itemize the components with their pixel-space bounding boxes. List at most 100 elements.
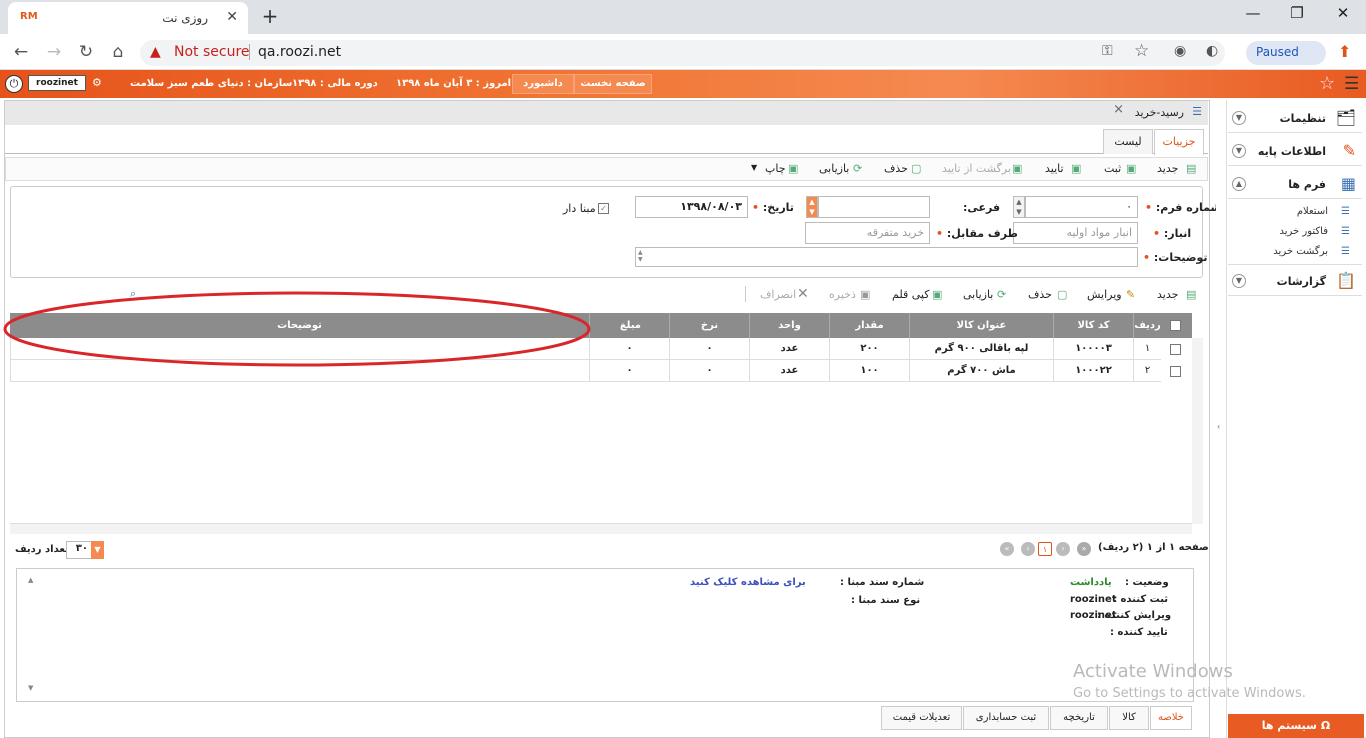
scroll-down-icon[interactable]: ▼: [28, 684, 33, 692]
first-page-icon[interactable]: »: [1077, 542, 1091, 556]
grid-edit-button[interactable]: ویرایش: [1087, 288, 1122, 301]
grid-new-button[interactable]: جدید: [1157, 288, 1178, 301]
browser-tab[interactable]: RM روزی نت ✕: [8, 2, 248, 34]
col-rate[interactable]: نرخ: [669, 313, 749, 338]
home-icon[interactable]: ⌂: [107, 42, 129, 64]
tab-history[interactable]: تاریخچه: [1050, 706, 1108, 730]
form-no-spinner[interactable]: ▲ ▼: [1013, 196, 1025, 218]
print-dropdown-icon[interactable]: ▼: [751, 163, 757, 172]
col-item-title[interactable]: عنوان کالا: [909, 313, 1053, 338]
view-base-doc-link[interactable]: برای مشاهده کلیک کنید: [690, 577, 806, 588]
hamburger-menu-icon[interactable]: ☰: [1344, 74, 1359, 94]
update-icon[interactable]: ⬆: [1338, 42, 1351, 61]
next-page-icon[interactable]: ‹: [1021, 542, 1035, 556]
unconfirm-button[interactable]: برگشت از تایید: [942, 162, 1011, 175]
sidebar-sub-inquiry[interactable]: ☰ استعلام: [1228, 206, 1358, 217]
register-button[interactable]: ثبت: [1104, 162, 1121, 175]
security-label[interactable]: Not secure: [174, 44, 250, 60]
sidebar-item-settings[interactable]: 🗂 تنظیمات ▼: [1228, 103, 1362, 133]
last-page-icon[interactable]: «: [1000, 542, 1014, 556]
forward-icon[interactable]: →: [43, 42, 65, 64]
description-label: توضیحات: •: [1143, 251, 1208, 264]
table-icon: ▦: [1340, 174, 1356, 193]
form-no-input[interactable]: ۰: [1025, 196, 1138, 218]
chevron-down-icon[interactable]: ▼: [1232, 144, 1246, 158]
new-tab-button[interactable]: +: [257, 5, 283, 29]
based-checkbox[interactable]: ✓: [598, 203, 609, 214]
rows-dropdown-icon[interactable]: ▼: [91, 541, 104, 559]
toolbar-divider: [745, 286, 746, 302]
description-input[interactable]: [635, 247, 1138, 267]
tab-price-adjustments[interactable]: تعدیلات قیمت: [881, 706, 962, 730]
chevron-down-icon[interactable]: ▼: [1232, 111, 1246, 125]
back-icon[interactable]: ←: [10, 42, 32, 64]
new-button[interactable]: جدید: [1157, 162, 1178, 175]
party-input[interactable]: خرید متفرقه: [805, 222, 930, 244]
grid-cancel-button[interactable]: انصراف: [760, 288, 796, 301]
grid-save-button[interactable]: ذخیره: [829, 288, 856, 301]
power-icon[interactable]: ⏻: [5, 75, 23, 93]
url-text[interactable]: qa.roozi.net: [258, 44, 341, 60]
col-item-code[interactable]: کد کالا: [1053, 313, 1133, 338]
reload-icon[interactable]: ↻: [75, 42, 97, 64]
username-box[interactable]: roozinet: [28, 75, 86, 91]
confirm-button[interactable]: تایید: [1045, 162, 1064, 175]
chevron-up-icon[interactable]: ▲: [1232, 177, 1246, 191]
warehouse-input[interactable]: انبار مواد اولیه: [1013, 222, 1138, 244]
delete-button[interactable]: حذف: [884, 162, 908, 175]
tab-list[interactable]: لیست: [1103, 129, 1153, 154]
tab-item[interactable]: کالا: [1109, 706, 1149, 730]
table-cell: عدد: [749, 338, 829, 360]
sidebar-sub-purchase-return[interactable]: ☰ برگشت خرید: [1228, 246, 1358, 257]
edit-icon: ✎: [1126, 288, 1136, 301]
tab-accounting[interactable]: ثبت حسابداری: [963, 706, 1049, 730]
systems-button[interactable]: Ω سیستم ها: [1228, 714, 1364, 738]
settings-gear-icon[interactable]: ⚙: [92, 76, 102, 89]
chevron-down-icon[interactable]: ▼: [1232, 274, 1246, 288]
row-checkbox[interactable]: [1170, 366, 1181, 377]
key-icon[interactable]: ⚿: [1102, 43, 1113, 59]
sidebar-sub-purchase-invoice[interactable]: ☰ فاکتور خرید: [1228, 226, 1358, 237]
panel-splitter[interactable]: [1216, 100, 1224, 738]
current-page[interactable]: ۱: [1038, 542, 1052, 556]
grid-refresh-button[interactable]: بازیابی: [963, 288, 993, 301]
scroll-up-icon[interactable]: ▲: [28, 576, 33, 584]
tab-details[interactable]: جزییات: [1154, 129, 1204, 155]
copy-row-button[interactable]: کپی قلم: [892, 288, 929, 301]
close-document-icon[interactable]: ×: [1113, 102, 1124, 117]
home-page-button[interactable]: صفحه نخست: [574, 74, 652, 94]
prev-page-icon[interactable]: ›: [1056, 542, 1070, 556]
star-icon[interactable]: ☆: [1134, 41, 1149, 61]
horizontal-scrollbar[interactable]: [10, 524, 1192, 534]
col-quantity[interactable]: مقدار: [829, 313, 909, 338]
dashboard-button[interactable]: داشبورد: [512, 74, 574, 94]
maximize-icon[interactable]: ❐: [1284, 4, 1310, 26]
rows-per-page-input[interactable]: ۳۰: [66, 541, 92, 559]
vertical-scrollbar[interactable]: [1192, 338, 1203, 524]
close-window-icon[interactable]: ✕: [1330, 4, 1356, 26]
refresh-button[interactable]: بازیابی: [819, 162, 849, 175]
row-checkbox[interactable]: [1170, 344, 1181, 355]
col-amount[interactable]: مبلغ: [589, 313, 669, 338]
sidebar-item-reports[interactable]: 📋 گزارشات ▼: [1228, 266, 1362, 296]
favorites-star-icon[interactable]: ☆: [1319, 73, 1335, 94]
close-tab-icon[interactable]: ✕: [226, 9, 238, 25]
sub-input[interactable]: [818, 196, 930, 218]
col-row-no[interactable]: ردیف: [1133, 313, 1161, 338]
save-icon: ▣: [1126, 162, 1137, 175]
collapse-arrow-icon[interactable]: ‹: [1217, 422, 1220, 431]
minimize-icon[interactable]: —: [1240, 4, 1266, 26]
sidebar-item-forms[interactable]: ▦ فرم ها ▲: [1228, 169, 1362, 199]
profile-paused-button[interactable]: Paused: [1246, 41, 1326, 65]
tab-summary[interactable]: خلاصه: [1150, 706, 1192, 730]
col-unit[interactable]: واحد: [749, 313, 829, 338]
extension-icon[interactable]: ◉: [1174, 43, 1186, 59]
description-resize-icon[interactable]: ▲ ▼: [638, 249, 643, 263]
select-all-checkbox[interactable]: [1170, 320, 1181, 331]
sub-spinner[interactable]: ▲ ▼: [806, 196, 818, 218]
date-input[interactable]: ۱۳۹۸/۰۸/۰۳: [635, 196, 748, 218]
print-button[interactable]: چاپ: [765, 162, 786, 175]
extension2-icon[interactable]: ◐: [1206, 43, 1218, 59]
sidebar-item-base-info[interactable]: ✎ اطلاعات پایه ▼: [1228, 136, 1362, 166]
grid-delete-button[interactable]: حذف: [1028, 288, 1052, 301]
